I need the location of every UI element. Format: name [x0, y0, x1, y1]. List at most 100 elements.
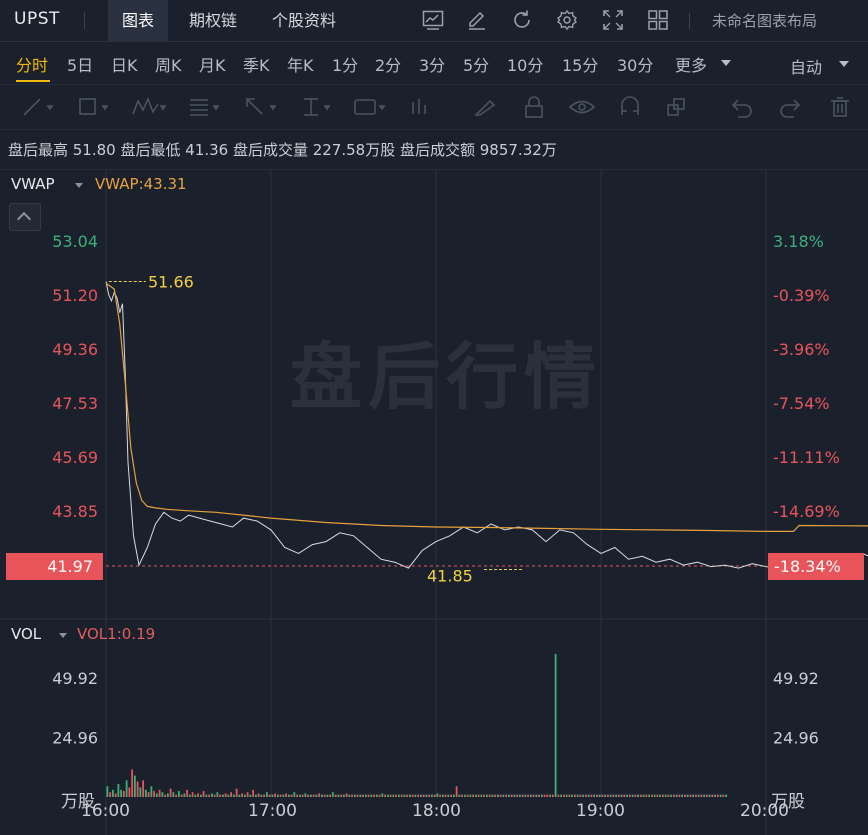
text-cursor-icon[interactable]	[304, 98, 331, 116]
after-hours-stats: 盘后最高 51.80 盘后最低 41.36 盘后成交量 227.58万股 盘后成…	[8, 141, 557, 159]
period-1min[interactable]: 1分	[332, 52, 358, 76]
period-2min[interactable]: 2分	[375, 52, 401, 76]
period-weekly[interactable]: 周K	[155, 52, 182, 76]
period-yearly[interactable]: 年K	[287, 52, 314, 76]
period-30min[interactable]: 30分	[617, 52, 653, 76]
volume-bar	[128, 787, 131, 797]
volume-bar	[164, 794, 167, 797]
volume-bar	[494, 794, 497, 797]
redo-icon[interactable]	[780, 99, 801, 118]
volume-bar	[180, 794, 183, 797]
volume-bar	[331, 792, 334, 797]
trash-icon[interactable]	[831, 97, 849, 117]
eye-icon[interactable]	[568, 100, 596, 114]
volume-bar	[529, 794, 532, 797]
drawing-tools	[23, 96, 849, 118]
x-tick-label: 19:00	[576, 801, 625, 821]
chevron-down-icon[interactable]	[839, 61, 849, 67]
volume-bar	[186, 789, 189, 797]
chart-type-icon[interactable]	[422, 9, 444, 31]
magnet-icon[interactable]	[621, 96, 639, 115]
volume-bar	[678, 794, 681, 797]
period-5day[interactable]: 5日	[67, 52, 93, 76]
period-5min[interactable]: 5分	[463, 52, 489, 76]
volume-bar	[384, 794, 387, 797]
period-timeshare[interactable]: 分时	[16, 52, 48, 76]
volume-bar	[320, 794, 323, 797]
volume-bar	[194, 794, 197, 797]
tab-stock-profile[interactable]: 个股资料	[258, 0, 350, 41]
y-tick-label-right: -7.54%	[773, 394, 830, 413]
y-tick-label: 43.85	[52, 502, 98, 521]
fib-icon[interactable]	[190, 99, 220, 116]
collapse-button[interactable]	[9, 203, 41, 231]
indicator-name-vwap[interactable]: VWAP	[11, 175, 55, 193]
volume-bar	[689, 794, 692, 797]
volume-bar	[612, 794, 615, 797]
y-tick-label-right: -3.96%	[773, 340, 830, 359]
trendline-icon[interactable]	[23, 98, 54, 116]
settings-gear-icon[interactable]	[556, 9, 578, 31]
fullscreen-icon[interactable]	[602, 9, 624, 31]
tab-chart[interactable]: 图表	[108, 0, 169, 41]
high-label: 51.66	[148, 273, 194, 292]
period-10min[interactable]: 10分	[507, 52, 543, 76]
auto-scale-dropdown[interactable]: 自动	[790, 54, 822, 78]
chevron-down-icon[interactable]	[721, 60, 731, 66]
pattern-icon[interactable]	[132, 96, 167, 115]
volume-bar	[114, 793, 117, 797]
volume-bar	[389, 794, 392, 797]
arrow-icon[interactable]	[246, 98, 277, 115]
volume-bar	[496, 794, 499, 797]
low-label: 41.85	[427, 567, 473, 586]
period-more[interactable]: 更多	[675, 52, 707, 76]
undo-icon[interactable]	[731, 99, 752, 118]
chevron-down-icon[interactable]	[75, 183, 83, 188]
layout-grid-icon[interactable]	[647, 9, 669, 31]
volume-bar	[725, 794, 728, 797]
chevron-down-icon[interactable]	[59, 633, 67, 638]
edit-icon[interactable]	[466, 9, 488, 31]
text-label-icon[interactable]	[354, 99, 386, 115]
volume-bar	[345, 793, 348, 797]
volume-bar	[230, 792, 233, 797]
lock-icon[interactable]	[525, 96, 543, 118]
volume-bar	[573, 794, 576, 797]
indicator-name-vol[interactable]: VOL	[11, 625, 41, 643]
volume-bar	[444, 794, 447, 797]
volume-bar	[419, 794, 422, 797]
period-15min[interactable]: 15分	[562, 52, 598, 76]
rectangle-icon[interactable]	[79, 98, 109, 115]
period-3min[interactable]: 3分	[419, 52, 445, 76]
volume-bar	[304, 793, 307, 797]
y-tick-label: 45.69	[52, 448, 98, 467]
layout-name-dropdown[interactable]: 未命名图表布局	[712, 10, 817, 31]
tab-options-chain[interactable]: 期权链	[175, 0, 251, 41]
volume-bar	[265, 792, 268, 797]
volume-bar	[681, 794, 684, 797]
period-daily[interactable]: 日K	[111, 52, 138, 76]
volume-bar	[518, 794, 521, 797]
volume-bar	[191, 792, 194, 797]
period-monthly[interactable]: 月K	[199, 52, 226, 76]
brush-icon[interactable]	[474, 99, 496, 116]
y-tick-label-right: -14.69%	[773, 502, 840, 521]
volume-bar	[516, 794, 519, 797]
active-period-underline	[16, 80, 50, 82]
volume-bar	[224, 793, 227, 797]
volume-bar	[406, 794, 409, 797]
volume-bar	[593, 794, 596, 797]
refresh-icon[interactable]	[511, 9, 533, 31]
volume-bar	[436, 793, 439, 797]
volume-bar	[340, 794, 343, 797]
x-tick-label: 20:00	[740, 801, 789, 821]
vol-y-tick-label-right: 49.92	[773, 669, 819, 688]
bars-icon[interactable]	[412, 99, 426, 114]
volume-bar	[461, 794, 464, 797]
ticker-symbol[interactable]: UPST	[14, 9, 60, 29]
layers-icon[interactable]	[667, 98, 685, 116]
period-quarterly[interactable]: 季K	[243, 52, 270, 76]
volume-bar	[353, 794, 356, 797]
volume-bar	[606, 794, 609, 797]
price-chart[interactable]: 53.04 51.20 49.36 47.53 45.69 43.85 3.18% -0.39…	[0, 170, 868, 835]
